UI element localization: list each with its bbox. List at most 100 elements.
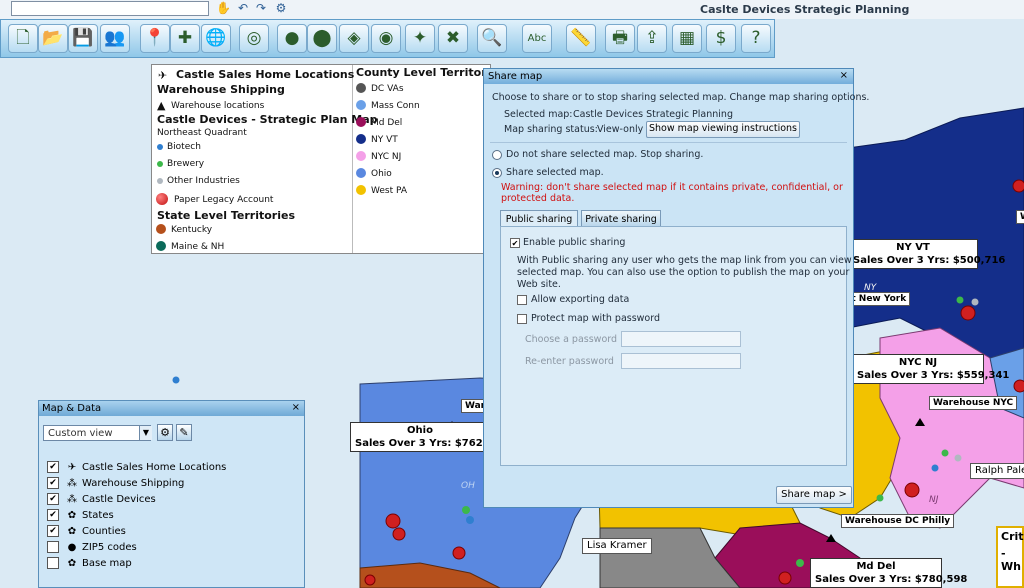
label-button[interactable]: Abc bbox=[522, 24, 552, 53]
save-map-button[interactable]: 💾 bbox=[68, 24, 98, 53]
map-data-title: Map & Data bbox=[42, 403, 102, 414]
ny-vt-swatch-icon bbox=[356, 134, 366, 144]
layer-row[interactable]: ✔ ✿ States bbox=[47, 508, 297, 524]
criteria-box[interactable]: Crit - Wh bbox=[996, 526, 1024, 588]
layer-checkbox[interactable]: ✔ bbox=[47, 493, 59, 505]
layer-icon: ⁂ bbox=[67, 478, 77, 489]
pie-button[interactable]: ⬤ bbox=[307, 24, 337, 53]
allow-export-checkbox[interactable] bbox=[517, 295, 527, 305]
protect-password-checkbox[interactable] bbox=[517, 314, 527, 324]
puzzle-button[interactable]: ✚ bbox=[170, 24, 200, 53]
layer-checkbox[interactable] bbox=[47, 541, 59, 553]
delete-button[interactable]: ✖ bbox=[438, 24, 468, 53]
view-tools-icon[interactable]: ✎ bbox=[176, 424, 192, 441]
users-button[interactable]: 👥 bbox=[100, 24, 130, 53]
dialog-divider bbox=[490, 142, 847, 143]
chevron-down-icon[interactable]: ▼ bbox=[139, 426, 152, 440]
share-dialog-close-icon[interactable]: × bbox=[840, 70, 848, 81]
share-map-button[interactable]: Share map > bbox=[776, 486, 852, 504]
layer-icon: ● bbox=[67, 542, 77, 553]
brewery-marker bbox=[956, 296, 964, 304]
legend-col-left: ✈ Castle Sales Home Locations Warehouse … bbox=[152, 65, 378, 253]
layer-checkbox[interactable]: ✔ bbox=[47, 525, 59, 537]
new-map-button[interactable]: 🗋 bbox=[8, 24, 38, 53]
target-button[interactable]: ◎ bbox=[239, 24, 269, 53]
show-instructions-button[interactable]: Show map viewing instructions bbox=[646, 121, 800, 138]
ny-vt-sales-label[interactable]: NY VT Sales Over 3 Yrs: $500,716 bbox=[848, 239, 1005, 269]
share-radio[interactable] bbox=[492, 168, 502, 178]
search-input[interactable] bbox=[11, 1, 209, 16]
layer-checkbox[interactable]: ✔ bbox=[47, 509, 59, 521]
layer-checkbox[interactable]: ✔ bbox=[47, 461, 59, 473]
layer-checkbox[interactable]: ✔ bbox=[47, 477, 59, 489]
layer-checkbox[interactable] bbox=[47, 557, 59, 569]
reenter-password-input[interactable] bbox=[621, 353, 741, 369]
layers-button[interactable]: ◈ bbox=[339, 24, 369, 53]
layer-label: ZIP5 codes bbox=[82, 542, 137, 553]
biotech-marker bbox=[466, 516, 474, 524]
pin-button[interactable]: 📍 bbox=[140, 24, 170, 53]
warning-text-line1: Warning: don't share selected map if it … bbox=[501, 182, 843, 193]
map-data-close-icon[interactable]: × bbox=[292, 402, 300, 413]
choose-password-input[interactable] bbox=[621, 331, 741, 347]
settings-gear-icon[interactable]: ⚙ bbox=[274, 2, 288, 15]
help-button[interactable]: ? bbox=[741, 24, 771, 53]
money-button[interactable]: $ bbox=[706, 24, 736, 53]
no-share-radio[interactable] bbox=[492, 150, 502, 160]
share-map-dialog: Share map × Choose to share or to stop s… bbox=[483, 68, 869, 508]
layer-row[interactable]: ✔ ⁂ Warehouse Shipping bbox=[47, 476, 297, 492]
public-desc-line3: Web site. bbox=[517, 279, 561, 290]
md-del-sales-label[interactable]: Md Del Sales Over 3 Yrs: $780,598 bbox=[810, 558, 967, 588]
share-dialog-header[interactable]: Share map bbox=[484, 69, 853, 84]
brewery-marker bbox=[941, 449, 949, 457]
table-button[interactable]: ▦ bbox=[672, 24, 702, 53]
territory-button[interactable]: ✦ bbox=[405, 24, 435, 53]
layer-row[interactable]: ✔ ⁂ Castle Devices bbox=[47, 492, 297, 508]
protect-password-label: Protect map with password bbox=[531, 313, 661, 324]
ruler-button[interactable]: 📏 bbox=[566, 24, 596, 53]
view-settings-icon[interactable]: ⚙ bbox=[157, 424, 173, 441]
reenter-password-label: Re-enter password bbox=[525, 356, 614, 367]
paper-legacy-marker bbox=[778, 571, 792, 585]
legend-item-paper: Paper Legacy Account bbox=[174, 195, 274, 205]
zoom-button[interactable]: 🔍 bbox=[477, 24, 507, 53]
radius-button[interactable]: ◉ bbox=[371, 24, 401, 53]
globe-button[interactable]: 🌐 bbox=[201, 24, 231, 53]
layer-icon: ✈ bbox=[67, 462, 77, 473]
print-button[interactable]: 🖶 bbox=[605, 24, 635, 53]
brewery-dot-icon bbox=[157, 161, 163, 167]
redo-icon[interactable]: ↷ bbox=[254, 2, 268, 15]
dc-vas-swatch-icon bbox=[356, 83, 366, 93]
legend-warehouse-locations: Warehouse locations bbox=[171, 101, 265, 111]
selected-map-label: Selected map: bbox=[504, 109, 573, 120]
bubbles-button[interactable]: ● bbox=[277, 24, 307, 53]
open-map-button[interactable]: 📂 bbox=[38, 24, 68, 53]
enable-public-checkbox[interactable]: ✔ bbox=[510, 238, 520, 248]
mass-conn-swatch-icon bbox=[356, 100, 366, 110]
selected-map-value: Castle Devices Strategic Planning bbox=[573, 109, 733, 120]
legend-item-mddel: Md Del bbox=[371, 118, 403, 128]
layer-label: Warehouse Shipping bbox=[82, 478, 185, 489]
export-button[interactable]: ⇪ bbox=[637, 24, 667, 53]
tab-private-sharing[interactable]: Private sharing bbox=[581, 210, 661, 227]
undo-icon[interactable]: ↶ bbox=[236, 2, 250, 15]
kentucky-swatch-icon bbox=[156, 224, 166, 234]
handshake-icon[interactable]: ✋ bbox=[216, 2, 231, 15]
layer-row[interactable]: ✿ Base map bbox=[47, 556, 297, 572]
brewery-marker bbox=[796, 559, 804, 567]
view-select[interactable]: Custom view bbox=[43, 425, 151, 441]
map-data-header[interactable]: Map & Data bbox=[39, 401, 304, 416]
layer-row[interactable]: ● ZIP5 codes bbox=[47, 540, 297, 556]
sharing-status-value: View-only bbox=[597, 124, 644, 135]
warehouse-nyc-label: Warehouse NYC bbox=[929, 396, 1018, 410]
nyc-nj-sales-label[interactable]: NYC NJ Sales Over 3 Yrs: $559,341 bbox=[852, 354, 1009, 384]
warning-text-line2: protected data. bbox=[501, 193, 575, 204]
no-share-label: Do not share selected map. Stop sharing. bbox=[506, 149, 704, 160]
public-desc-line2: selected map. You can also use the optio… bbox=[517, 267, 850, 278]
layer-icon: ✿ bbox=[67, 558, 77, 569]
layer-label: States bbox=[82, 510, 114, 521]
layer-row[interactable]: ✔ ✈ Castle Sales Home Locations bbox=[47, 460, 297, 476]
paper-legacy-marker bbox=[1012, 179, 1024, 193]
ohio-sales-label[interactable]: Ohio Sales Over 3 Yrs: $762,281 bbox=[350, 422, 507, 452]
layer-row[interactable]: ✔ ✿ Counties bbox=[47, 524, 297, 540]
